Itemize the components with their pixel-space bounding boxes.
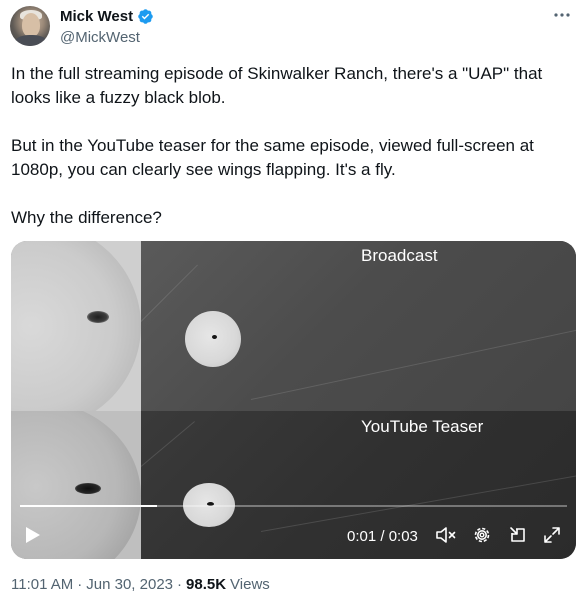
lens-glow bbox=[11, 241, 141, 411]
sky-streak bbox=[250, 328, 576, 400]
broadcast-closeup-frame bbox=[11, 241, 141, 411]
settings-button[interactable] bbox=[471, 525, 493, 545]
tweet-time[interactable]: 11:01 AM bbox=[11, 576, 73, 593]
highlighted-object-disc bbox=[185, 311, 241, 367]
author-handle[interactable]: @MickWest bbox=[60, 29, 140, 46]
avatar[interactable] bbox=[10, 6, 50, 46]
expand-icon bbox=[544, 527, 560, 543]
tweet-date[interactable]: Jun 30, 2023 bbox=[86, 576, 173, 593]
play-button[interactable] bbox=[23, 525, 43, 545]
tweet-metadata: 11:01 AM · Jun 30, 2023 · 98.5K Views bbox=[11, 576, 270, 593]
play-icon bbox=[26, 527, 40, 543]
tweet-paragraph: Why the difference? bbox=[11, 208, 162, 227]
verified-badge-icon bbox=[137, 8, 154, 25]
picture-in-picture-button[interactable] bbox=[507, 525, 529, 545]
meta-separator: · bbox=[77, 576, 83, 593]
tweet-paragraph: In the full streaming episode of Skinwal… bbox=[11, 64, 543, 107]
blurred-object bbox=[87, 311, 109, 323]
avatar-face bbox=[22, 13, 40, 37]
volume-muted-icon bbox=[436, 527, 456, 543]
fullscreen-button[interactable] bbox=[541, 525, 563, 545]
video-progress-fill bbox=[20, 505, 157, 507]
broadcast-label: Broadcast bbox=[361, 246, 438, 265]
picture-in-picture-icon bbox=[510, 527, 525, 542]
sky-streak bbox=[141, 264, 198, 322]
more-options-button[interactable] bbox=[551, 6, 573, 24]
fly-object bbox=[75, 483, 101, 494]
views-count[interactable]: 98.5K bbox=[186, 576, 226, 593]
tweet-paragraph: But in the YouTube teaser for the same e… bbox=[11, 136, 534, 179]
video-player[interactable]: Broadcast YouTube Teaser 0:01 / 0:03 bbox=[11, 241, 576, 559]
author-name-row: Mick West bbox=[60, 8, 154, 25]
more-horizontal-icon bbox=[554, 13, 570, 17]
meta-separator: · bbox=[177, 576, 183, 593]
avatar-shirt bbox=[14, 35, 48, 46]
mute-button[interactable] bbox=[435, 525, 457, 545]
youtube-teaser-label: YouTube Teaser bbox=[361, 417, 484, 436]
gear-icon bbox=[474, 527, 490, 543]
video-controls: 0:01 / 0:03 bbox=[11, 517, 576, 553]
object-dot bbox=[212, 335, 217, 339]
video-progress-bar[interactable] bbox=[20, 505, 567, 507]
video-timecode: 0:01 / 0:03 bbox=[347, 528, 418, 545]
broadcast-wide-frame bbox=[141, 241, 576, 411]
author-display-name[interactable]: Mick West bbox=[60, 8, 133, 25]
views-label: Views bbox=[230, 576, 270, 593]
tweet-text: In the full streaming episode of Skinwal… bbox=[11, 62, 571, 230]
sky-streak bbox=[141, 421, 195, 467]
